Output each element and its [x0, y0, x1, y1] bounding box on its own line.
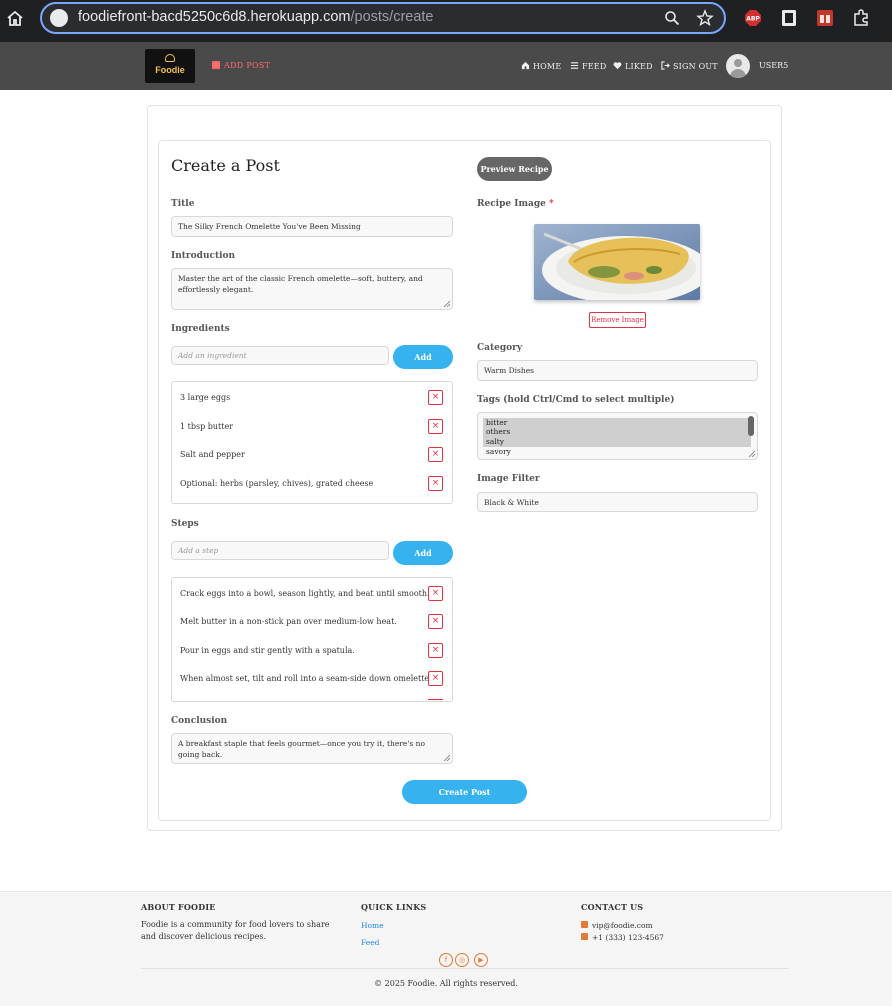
title-label: Title	[171, 199, 195, 209]
footer-about-text: Foodie is a community for food lovers to…	[141, 920, 330, 941]
ingredient-item: 3 large eggs	[180, 393, 231, 402]
ingredient-item: Optional: herbs (parsley, chives), grate…	[180, 479, 374, 488]
tag-option[interactable]: sour	[483, 456, 751, 459]
conclusion-text: A breakfast staple that feels gourmet—on…	[178, 739, 425, 759]
address-bar[interactable]: foodiefront-bacd5250c6d8.herokuapp.com/p…	[40, 2, 726, 34]
zoom-icon[interactable]	[664, 10, 680, 26]
footer-copyright: © 2025 Foodie. All rights reserved.	[374, 979, 518, 988]
ingredient-input[interactable]: Add an ingredient	[171, 346, 389, 365]
step-item: Crack eggs into a bowl, season lightly, …	[180, 589, 430, 598]
svg-text:ABP: ABP	[746, 16, 760, 23]
logo-text: Foodie	[155, 65, 185, 75]
tag-option[interactable]: salty	[483, 437, 751, 447]
remove-image-button[interactable]: Remove Image	[589, 312, 646, 328]
remove-ingredient-button[interactable]: ×	[428, 476, 443, 491]
footer-feed-link[interactable]: Feed	[361, 938, 379, 947]
remove-ingredient-button[interactable]: ×	[428, 447, 443, 462]
preview-recipe-button[interactable]: Preview Recipe	[477, 157, 552, 181]
bookmark-star-icon[interactable]	[696, 9, 714, 27]
conclusion-textarea[interactable]: A breakfast staple that feels gourmet—on…	[171, 733, 453, 764]
required-asterisk: *	[548, 199, 554, 209]
sign-out-icon	[661, 61, 670, 70]
browser-toolbar: foodiefront-bacd5250c6d8.herokuapp.com/p…	[0, 0, 892, 42]
tags-multiselect[interactable]: bitter others salty savory sour	[477, 412, 758, 460]
site-footer	[0, 891, 892, 1006]
adblock-extension-icon[interactable]: ABP	[744, 9, 762, 27]
step-item: Melt butter in a non-stick pan over medi…	[180, 617, 397, 626]
home-icon	[521, 61, 530, 70]
category-label: Category	[477, 343, 523, 353]
title-input[interactable]: The Silky French Omelette You've Been Mi…	[171, 216, 453, 237]
resize-grip-icon[interactable]	[443, 754, 451, 762]
nav-feed-link[interactable]: FEED	[570, 61, 606, 71]
add-post-link[interactable]: ADD POST	[212, 61, 270, 70]
footer-contact-heading: CONTACT US	[581, 902, 644, 912]
image-filter-label: Image Filter	[477, 474, 540, 484]
list-icon	[570, 62, 579, 69]
nav-sign-out-link[interactable]: SIGN OUT	[661, 61, 718, 71]
create-post-button[interactable]: Create Post	[402, 780, 527, 804]
ingredients-label: Ingredients	[171, 324, 230, 334]
url-text[interactable]: foodiefront-bacd5250c6d8.herokuapp.com/p…	[78, 9, 434, 25]
add-ingredient-button[interactable]: Add	[393, 345, 453, 369]
step-item: Pour in eggs and stir gently with a spat…	[180, 646, 355, 655]
gift-extension-icon[interactable]	[816, 9, 834, 27]
user-avatar[interactable]	[726, 54, 750, 78]
remove-step-button[interactable]: ×	[428, 643, 443, 658]
footer-phone[interactable]: +1 (333) 123-4567	[581, 933, 664, 942]
tags-label: Tags (hold Ctrl/Cmd to select multiple)	[477, 395, 675, 405]
footer-home-link[interactable]: Home	[361, 921, 384, 930]
tag-option[interactable]: others	[483, 427, 751, 437]
extensions-puzzle-icon[interactable]	[852, 9, 870, 27]
envelope-icon	[581, 921, 588, 928]
recipe-image-preview	[534, 224, 700, 300]
chef-hat-icon	[165, 54, 175, 62]
remove-ingredient-button[interactable]: ×	[428, 419, 443, 434]
remove-step-button[interactable]: ×	[428, 671, 443, 686]
introduction-textarea[interactable]: Master the art of the classic French ome…	[171, 268, 453, 310]
introduction-label: Introduction	[171, 251, 236, 261]
page-title: Create a Post	[171, 156, 280, 175]
remove-ingredient-button[interactable]: ×	[428, 390, 443, 405]
steps-label: Steps	[171, 519, 199, 529]
category-select[interactable]: Warm Dishes	[477, 360, 758, 381]
remove-step-button[interactable]: ×	[428, 614, 443, 629]
youtube-icon[interactable]: ▶	[474, 953, 488, 967]
heart-icon	[613, 62, 622, 70]
step-input[interactable]: Add a step	[171, 541, 389, 560]
clipboard-extension-icon[interactable]	[780, 9, 798, 27]
footer-links-heading: QUICK LINKS	[361, 902, 427, 912]
recipe-image-label: Recipe Image *	[477, 199, 554, 209]
image-filter-select[interactable]: Black & White	[477, 492, 758, 512]
avatar-head	[734, 59, 742, 67]
remove-step-button-clipped[interactable]	[428, 699, 443, 701]
resize-grip-icon[interactable]	[443, 300, 451, 308]
tags-scrollbar[interactable]	[748, 416, 754, 436]
conclusion-label: Conclusion	[171, 716, 228, 726]
foodie-logo[interactable]: Foodie	[145, 49, 195, 83]
username-label[interactable]: USER5	[759, 61, 788, 70]
footer-about-heading: ABOUT FOODIE	[141, 902, 216, 912]
instagram-icon[interactable]: ◎	[455, 953, 469, 967]
remove-step-button[interactable]: ×	[428, 586, 443, 601]
ingredient-item: Salt and pepper	[180, 450, 245, 459]
ingredient-item: 1 tbsp butter	[180, 422, 233, 431]
step-item: When almost set, tilt and roll into a se…	[180, 674, 432, 683]
add-step-button[interactable]: Add	[393, 541, 453, 565]
resize-grip-icon[interactable]	[748, 450, 756, 458]
nav-liked-link[interactable]: LIKED	[613, 61, 653, 71]
facebook-icon[interactable]: f	[439, 953, 453, 967]
footer-email[interactable]: vip@foodie.com	[581, 921, 653, 930]
site-navbar: Foodie ADD POST HOME FEED LIKED SIGN OUT…	[0, 42, 892, 90]
plus-square-icon	[212, 61, 220, 69]
introduction-text: Master the art of the classic French ome…	[178, 274, 423, 294]
omelette-photo	[534, 224, 700, 300]
footer-divider	[141, 968, 789, 969]
nav-home-link[interactable]: HOME	[521, 61, 561, 71]
avatar-body	[730, 69, 746, 78]
site-info-icon[interactable]	[50, 9, 68, 27]
phone-icon	[581, 933, 588, 940]
home-icon[interactable]	[6, 9, 24, 27]
